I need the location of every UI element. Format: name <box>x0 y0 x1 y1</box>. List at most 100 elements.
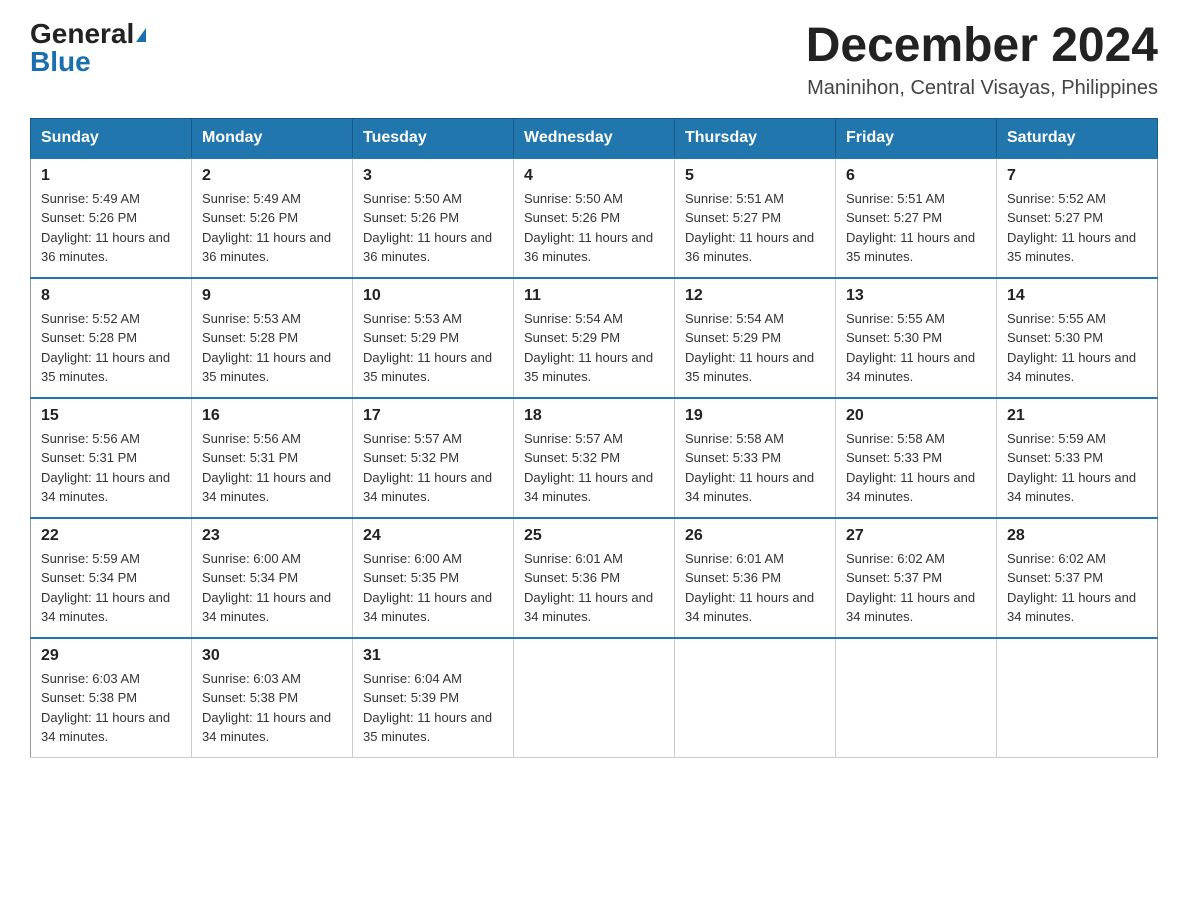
day-number: 9 <box>202 287 342 305</box>
sunrise-label: Sunrise: 6:01 AM <box>685 551 784 566</box>
daylight-label: Daylight: 11 hours and 34 minutes. <box>363 590 492 625</box>
day-info: Sunrise: 5:56 AM Sunset: 5:31 PM Dayligh… <box>41 429 181 507</box>
sunset-label: Sunset: 5:33 PM <box>685 450 781 465</box>
calendar-week-1: 1 Sunrise: 5:49 AM Sunset: 5:26 PM Dayli… <box>31 158 1158 278</box>
sunrise-label: Sunrise: 5:54 AM <box>685 311 784 326</box>
sunrise-label: Sunrise: 5:49 AM <box>202 191 301 206</box>
sunset-label: Sunset: 5:32 PM <box>363 450 459 465</box>
daylight-label: Daylight: 11 hours and 35 minutes. <box>363 350 492 385</box>
sunset-label: Sunset: 5:27 PM <box>846 210 942 225</box>
sunrise-label: Sunrise: 6:04 AM <box>363 671 462 686</box>
sunrise-label: Sunrise: 5:50 AM <box>524 191 623 206</box>
day-info: Sunrise: 6:00 AM Sunset: 5:35 PM Dayligh… <box>363 549 503 627</box>
calendar-cell <box>997 638 1158 758</box>
sunset-label: Sunset: 5:27 PM <box>1007 210 1103 225</box>
day-info: Sunrise: 5:57 AM Sunset: 5:32 PM Dayligh… <box>363 429 503 507</box>
daylight-label: Daylight: 11 hours and 35 minutes. <box>846 230 975 265</box>
sunset-label: Sunset: 5:28 PM <box>41 330 137 345</box>
logo-general-row: General <box>30 20 146 48</box>
sunset-label: Sunset: 5:31 PM <box>41 450 137 465</box>
day-info: Sunrise: 5:50 AM Sunset: 5:26 PM Dayligh… <box>524 189 664 267</box>
daylight-label: Daylight: 11 hours and 36 minutes. <box>685 230 814 265</box>
calendar-cell: 15 Sunrise: 5:56 AM Sunset: 5:31 PM Dayl… <box>31 398 192 518</box>
daylight-label: Daylight: 11 hours and 35 minutes. <box>202 350 331 385</box>
sunrise-label: Sunrise: 5:57 AM <box>363 431 462 446</box>
sunset-label: Sunset: 5:36 PM <box>685 570 781 585</box>
day-info: Sunrise: 5:54 AM Sunset: 5:29 PM Dayligh… <box>524 309 664 387</box>
day-number: 6 <box>846 167 986 185</box>
daylight-label: Daylight: 11 hours and 34 minutes. <box>41 710 170 745</box>
calendar-header-row: Sunday Monday Tuesday Wednesday Thursday… <box>31 118 1158 158</box>
calendar-cell: 5 Sunrise: 5:51 AM Sunset: 5:27 PM Dayli… <box>675 158 836 278</box>
col-thursday: Thursday <box>675 118 836 158</box>
sunset-label: Sunset: 5:37 PM <box>1007 570 1103 585</box>
calendar-week-3: 15 Sunrise: 5:56 AM Sunset: 5:31 PM Dayl… <box>31 398 1158 518</box>
sunset-label: Sunset: 5:31 PM <box>202 450 298 465</box>
daylight-label: Daylight: 11 hours and 35 minutes. <box>524 350 653 385</box>
day-number: 7 <box>1007 167 1147 185</box>
sunrise-label: Sunrise: 5:56 AM <box>202 431 301 446</box>
sunset-label: Sunset: 5:33 PM <box>846 450 942 465</box>
sunrise-label: Sunrise: 5:55 AM <box>846 311 945 326</box>
daylight-label: Daylight: 11 hours and 34 minutes. <box>1007 470 1136 505</box>
sunrise-label: Sunrise: 6:02 AM <box>846 551 945 566</box>
sunset-label: Sunset: 5:26 PM <box>363 210 459 225</box>
day-info: Sunrise: 5:56 AM Sunset: 5:31 PM Dayligh… <box>202 429 342 507</box>
sunrise-label: Sunrise: 5:54 AM <box>524 311 623 326</box>
sunrise-label: Sunrise: 5:50 AM <box>363 191 462 206</box>
sunrise-label: Sunrise: 5:49 AM <box>41 191 140 206</box>
sunset-label: Sunset: 5:27 PM <box>685 210 781 225</box>
sunrise-label: Sunrise: 5:53 AM <box>363 311 462 326</box>
sunset-label: Sunset: 5:34 PM <box>202 570 298 585</box>
day-number: 24 <box>363 527 503 545</box>
day-number: 30 <box>202 647 342 665</box>
calendar-cell: 16 Sunrise: 5:56 AM Sunset: 5:31 PM Dayl… <box>192 398 353 518</box>
calendar-cell: 27 Sunrise: 6:02 AM Sunset: 5:37 PM Dayl… <box>836 518 997 638</box>
day-number: 15 <box>41 407 181 425</box>
daylight-label: Daylight: 11 hours and 34 minutes. <box>41 590 170 625</box>
col-saturday: Saturday <box>997 118 1158 158</box>
day-number: 12 <box>685 287 825 305</box>
calendar-cell: 13 Sunrise: 5:55 AM Sunset: 5:30 PM Dayl… <box>836 278 997 398</box>
day-info: Sunrise: 5:53 AM Sunset: 5:29 PM Dayligh… <box>363 309 503 387</box>
month-year-title: December 2024 <box>806 20 1158 73</box>
calendar-cell: 11 Sunrise: 5:54 AM Sunset: 5:29 PM Dayl… <box>514 278 675 398</box>
sunset-label: Sunset: 5:26 PM <box>41 210 137 225</box>
sunrise-label: Sunrise: 5:59 AM <box>41 551 140 566</box>
daylight-label: Daylight: 11 hours and 36 minutes. <box>41 230 170 265</box>
location-subtitle: Maninihon, Central Visayas, Philippines <box>806 77 1158 100</box>
day-number: 29 <box>41 647 181 665</box>
sunset-label: Sunset: 5:26 PM <box>202 210 298 225</box>
col-monday: Monday <box>192 118 353 158</box>
calendar-cell: 1 Sunrise: 5:49 AM Sunset: 5:26 PM Dayli… <box>31 158 192 278</box>
sunrise-label: Sunrise: 5:51 AM <box>846 191 945 206</box>
calendar-cell: 28 Sunrise: 6:02 AM Sunset: 5:37 PM Dayl… <box>997 518 1158 638</box>
calendar-cell: 23 Sunrise: 6:00 AM Sunset: 5:34 PM Dayl… <box>192 518 353 638</box>
sunrise-label: Sunrise: 6:01 AM <box>524 551 623 566</box>
sunset-label: Sunset: 5:39 PM <box>363 690 459 705</box>
day-number: 14 <box>1007 287 1147 305</box>
calendar-cell: 26 Sunrise: 6:01 AM Sunset: 5:36 PM Dayl… <box>675 518 836 638</box>
day-number: 31 <box>363 647 503 665</box>
sunrise-label: Sunrise: 5:56 AM <box>41 431 140 446</box>
sunrise-label: Sunrise: 6:00 AM <box>202 551 301 566</box>
col-tuesday: Tuesday <box>353 118 514 158</box>
logo-triangle-icon <box>136 28 146 42</box>
day-number: 5 <box>685 167 825 185</box>
day-info: Sunrise: 5:50 AM Sunset: 5:26 PM Dayligh… <box>363 189 503 267</box>
day-info: Sunrise: 5:49 AM Sunset: 5:26 PM Dayligh… <box>41 189 181 267</box>
calendar-cell: 25 Sunrise: 6:01 AM Sunset: 5:36 PM Dayl… <box>514 518 675 638</box>
daylight-label: Daylight: 11 hours and 36 minutes. <box>202 230 331 265</box>
day-number: 11 <box>524 287 664 305</box>
day-info: Sunrise: 6:03 AM Sunset: 5:38 PM Dayligh… <box>41 669 181 747</box>
calendar-cell: 10 Sunrise: 5:53 AM Sunset: 5:29 PM Dayl… <box>353 278 514 398</box>
day-number: 20 <box>846 407 986 425</box>
sunset-label: Sunset: 5:26 PM <box>524 210 620 225</box>
sunset-label: Sunset: 5:30 PM <box>846 330 942 345</box>
daylight-label: Daylight: 11 hours and 34 minutes. <box>41 470 170 505</box>
sunrise-label: Sunrise: 6:03 AM <box>41 671 140 686</box>
sunrise-label: Sunrise: 6:00 AM <box>363 551 462 566</box>
sunrise-label: Sunrise: 5:53 AM <box>202 311 301 326</box>
logo-general-text: General <box>30 18 134 49</box>
day-info: Sunrise: 5:58 AM Sunset: 5:33 PM Dayligh… <box>685 429 825 507</box>
